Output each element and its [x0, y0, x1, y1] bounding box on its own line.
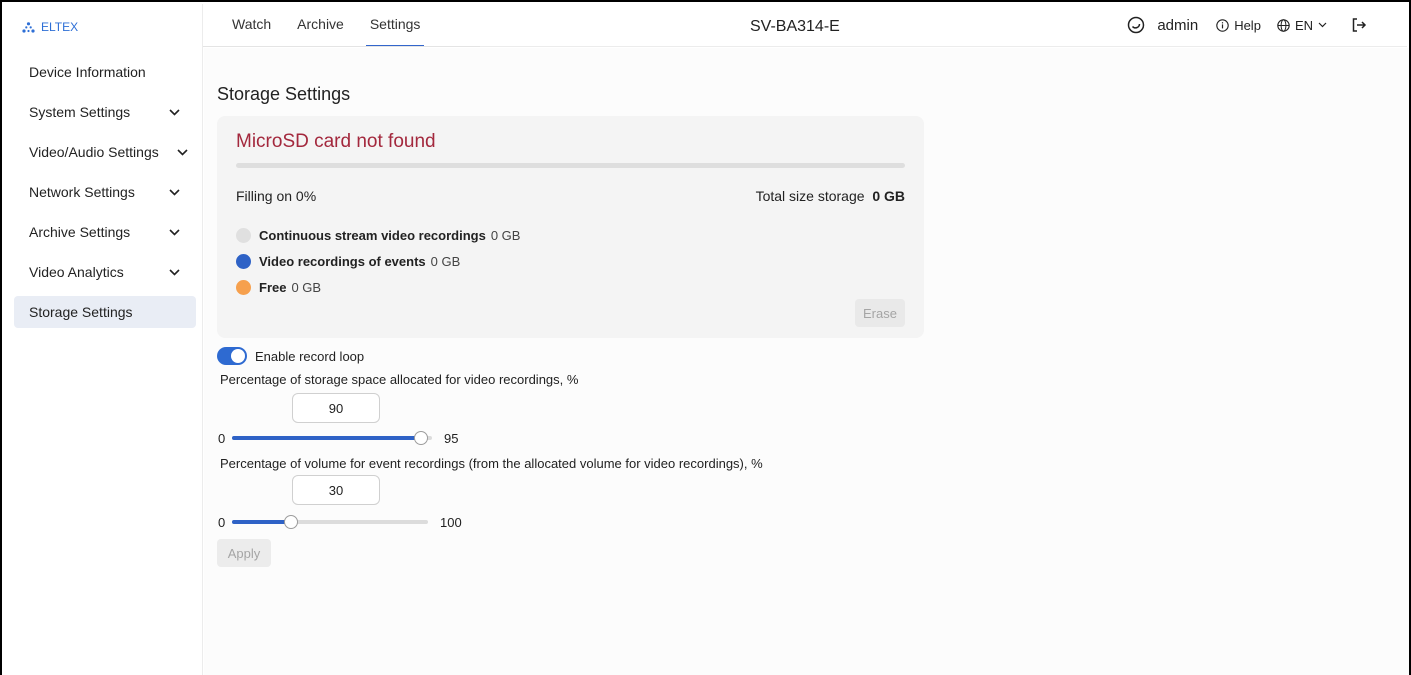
- event-percent-slider[interactable]: [232, 515, 428, 529]
- legend-dot: [236, 227, 251, 243]
- globe-icon: [1277, 18, 1290, 32]
- theme-toggle-button[interactable]: [1127, 16, 1145, 34]
- total-size-value: 0 GB: [872, 188, 905, 204]
- help-label: Help: [1234, 17, 1261, 33]
- sidebar-item-label: Device Information: [29, 64, 146, 80]
- top-right-controls: admin Help EN: [1127, 16, 1367, 34]
- legend-dot: [236, 253, 251, 269]
- slider-min-label: 0: [218, 514, 226, 530]
- device-title: SV-BA314-E: [750, 18, 840, 35]
- legend-item: Video recordings of events 0 GB: [236, 248, 520, 274]
- info-icon: [1216, 18, 1229, 32]
- slider-fill: [232, 520, 291, 524]
- storage-percent-input[interactable]: [292, 393, 380, 423]
- total-size-text: Total size storage: [755, 188, 865, 204]
- record-loop-toggle[interactable]: [217, 347, 247, 365]
- sidebar-item-label: Storage Settings: [29, 304, 133, 320]
- username: admin: [1157, 16, 1199, 34]
- storage-card: MicroSD card not found Filling on 0% Tot…: [217, 116, 924, 338]
- sidebar-item-system-settings[interactable]: System Settings: [14, 96, 196, 128]
- record-loop-label: Enable record loop: [255, 348, 365, 364]
- legend-value: 0 GB: [430, 253, 461, 269]
- page-title: Storage Settings: [217, 84, 351, 104]
- storage-usage-bar: [236, 163, 905, 168]
- storage-percent-slider[interactable]: [232, 431, 432, 445]
- main-content: Storage Settings MicroSD card not found …: [204, 48, 1409, 675]
- storage-legend: Continuous stream video recordings 0 GB …: [236, 222, 520, 300]
- erase-button[interactable]: Erase: [855, 299, 905, 327]
- sidebar-item-label: Video/Audio Settings: [29, 144, 159, 160]
- legend-value: 0 GB: [291, 279, 322, 295]
- event-percent-input[interactable]: [292, 475, 380, 505]
- chevron-down-icon: [177, 148, 188, 156]
- sidebar-item-storage-settings[interactable]: Storage Settings: [14, 296, 196, 328]
- slider-fill: [232, 436, 422, 440]
- logout-button[interactable]: [1351, 17, 1367, 33]
- sidebar-nav: Device Information System Settings Video…: [14, 56, 196, 336]
- sidebar: ELTEX Device Information System Settings…: [4, 4, 203, 675]
- sidebar-item-label: Video Analytics: [29, 264, 124, 280]
- help-link[interactable]: Help: [1216, 18, 1261, 33]
- top-bar: Watch Archive Settings SV-BA314-E admin: [203, 4, 1407, 47]
- moon-icon: [1128, 16, 1145, 34]
- logout-icon: [1352, 18, 1367, 32]
- legend-label: Free: [259, 279, 287, 295]
- legend-label: Video recordings of events: [259, 253, 426, 269]
- chevron-down-icon: [169, 108, 180, 116]
- total-size-label: Total size storage 0 GB: [756, 188, 905, 204]
- app-frame: ELTEX Device Information System Settings…: [0, 0, 1411, 675]
- legend-item: Continuous stream video recordings 0 GB: [236, 222, 520, 248]
- event-percent-label: Percentage of volume for event recording…: [220, 456, 763, 471]
- language-label: EN: [1294, 17, 1313, 33]
- sidebar-item-label: Network Settings: [29, 184, 135, 200]
- chevron-down-icon: [169, 188, 180, 196]
- sidebar-item-label: System Settings: [29, 104, 131, 120]
- tab-archive[interactable]: Archive: [297, 4, 344, 46]
- chevron-down-icon: [1318, 22, 1327, 28]
- logo[interactable]: ELTEX: [22, 20, 78, 34]
- sidebar-item-label: Archive Settings: [29, 224, 131, 240]
- slider-min-label: 0: [218, 430, 226, 446]
- storage-percent-slider-row: 0 95: [218, 430, 459, 446]
- eltex-logo-icon: [22, 21, 35, 33]
- sidebar-item-device-information[interactable]: Device Information: [14, 56, 196, 88]
- language-select[interactable]: EN: [1277, 18, 1327, 33]
- legend-value: 0 GB: [490, 227, 521, 243]
- slider-max-label: 100: [440, 514, 462, 530]
- chevron-down-icon: [169, 228, 180, 236]
- legend-dot: [236, 279, 251, 295]
- legend-item: Free 0 GB: [236, 274, 520, 300]
- filling-label: Filling on 0%: [236, 188, 317, 204]
- legend-label: Continuous stream video recordings: [259, 227, 486, 243]
- tab-bar: Watch Archive Settings: [232, 4, 425, 47]
- chevron-down-icon: [169, 268, 180, 276]
- sidebar-item-video-audio-settings[interactable]: Video/Audio Settings: [14, 136, 196, 168]
- storage-status: MicroSD card not found: [236, 131, 436, 152]
- tab-watch[interactable]: Watch: [232, 4, 271, 46]
- logo-text: ELTEX: [41, 20, 79, 34]
- sidebar-item-video-analytics[interactable]: Video Analytics: [14, 256, 196, 288]
- sidebar-item-archive-settings[interactable]: Archive Settings: [14, 216, 196, 248]
- tab-divider: [203, 46, 480, 47]
- record-loop-row: Enable record loop: [217, 347, 364, 365]
- tab-settings[interactable]: Settings: [365, 4, 425, 47]
- apply-button[interactable]: Apply: [217, 539, 271, 567]
- user-menu[interactable]: admin: [1157, 17, 1198, 34]
- event-percent-slider-row: 0 100: [218, 514, 462, 530]
- storage-percent-label: Percentage of storage space allocated fo…: [220, 372, 579, 387]
- sidebar-item-network-settings[interactable]: Network Settings: [14, 176, 196, 208]
- slider-thumb[interactable]: [414, 431, 429, 445]
- slider-max-label: 95: [444, 430, 459, 446]
- slider-thumb[interactable]: [283, 515, 298, 529]
